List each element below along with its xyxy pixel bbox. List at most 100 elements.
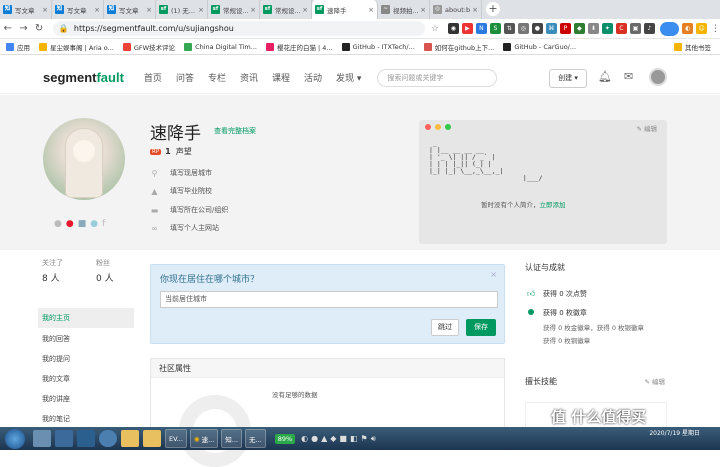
save-button[interactable]: 保存	[466, 319, 496, 336]
tab-close-icon[interactable]: ×	[146, 6, 152, 14]
bookmark-item[interactable]: GFW技术评论	[122, 42, 175, 52]
media-icon[interactable]	[99, 430, 117, 447]
folder-icon[interactable]	[121, 430, 139, 447]
extension-icon[interactable]: ✦	[601, 23, 613, 34]
user-avatar[interactable]	[649, 68, 667, 86]
extension-icon[interactable]: ◎	[517, 23, 529, 34]
sidenav-questions[interactable]: 我的提问	[38, 349, 134, 369]
taskbar-app-zhi[interactable]: 知...	[221, 429, 242, 448]
new-tab-button[interactable]: +	[486, 2, 500, 16]
start-button[interactable]	[5, 428, 25, 449]
battery-indicator[interactable]: 89%	[274, 433, 296, 444]
add-intro-link[interactable]: 立即添加	[540, 201, 566, 209]
bookmark-item[interactable]: GitHub - CarGuo/...	[503, 42, 576, 51]
browser-tab[interactable]: sf 速降手 ×	[312, 0, 378, 19]
nav-home[interactable]: 首页	[144, 71, 162, 84]
taskbar-app-wu[interactable]: 无...	[245, 429, 266, 448]
sidenav-home[interactable]: 我的主页	[38, 308, 134, 328]
archive-link[interactable]: 查看完整档案	[214, 126, 256, 136]
browser-tab[interactable]: 知写文章 ×	[104, 0, 156, 19]
browser-tab[interactable]: ~ 视频拍... ×	[378, 0, 430, 19]
bookmark-item[interactable]: 其他书签	[674, 42, 711, 52]
bell-icon[interactable]: 🔔︎	[598, 70, 612, 83]
extension-icon[interactable]: ◆	[573, 23, 585, 34]
browser-tab[interactable]: sf (1) 无... ×	[156, 0, 208, 19]
browser-tab[interactable]: sf 常规设... ×	[208, 0, 260, 19]
site-logo[interactable]: segmentfault	[43, 70, 124, 85]
tray-icons[interactable]: ◐●▲◆■◧⚑🔊︎	[301, 434, 379, 444]
nav-news[interactable]: 资讯	[240, 71, 258, 84]
extension-icon[interactable]: ☺	[696, 23, 707, 34]
taskbar-app-ev[interactable]: EV...	[165, 429, 187, 448]
tab-close-icon[interactable]: ×	[42, 6, 48, 14]
field-website[interactable]: ∞ 填写个人主网站	[150, 223, 219, 233]
nav-questions[interactable]: 问答	[176, 71, 194, 84]
site-search-input[interactable]: 搜索问题或关键字	[377, 68, 498, 87]
tab-close-icon[interactable]: ×	[420, 6, 426, 14]
reload-icon[interactable]: ↻	[31, 23, 47, 34]
extension-icon[interactable]: C	[615, 23, 627, 34]
menu-icon[interactable]: ⋮	[711, 24, 720, 34]
back-icon[interactable]: ←	[0, 23, 16, 34]
bookmark-item[interactable]: 星尘娱事阁 | Aria o...	[39, 42, 114, 52]
extension-icon[interactable]: P	[559, 23, 571, 34]
tab-close-icon[interactable]: ×	[368, 6, 374, 14]
skills-edit-button[interactable]: ✎ 编辑	[644, 376, 665, 386]
forward-icon[interactable]: →	[16, 23, 32, 34]
extension-icon[interactable]: ◉	[447, 23, 459, 34]
extension-icon[interactable]: N	[475, 23, 487, 34]
taskbar-app-chrome[interactable]: ◉ 速...	[189, 429, 219, 448]
bookmark-item[interactable]: 樱花庄的白猫 | 4...	[265, 42, 333, 52]
tab-close-icon[interactable]: ×	[250, 6, 256, 14]
extension-icon[interactable]: ⌘	[545, 23, 557, 34]
tab-close-icon[interactable]: ×	[198, 6, 204, 14]
skip-button[interactable]: 跳过	[431, 319, 459, 336]
fans-count[interactable]: 0 人	[96, 271, 114, 284]
tab-close-icon[interactable]: ×	[302, 6, 308, 14]
url-input[interactable]: 🔒 https://segmentfault.com/u/sujiangshou	[52, 21, 425, 36]
field-school[interactable]: ▲ 填写毕业院校	[150, 186, 212, 196]
field-city[interactable]: ⚲ 填写现居城市	[150, 168, 212, 178]
create-button[interactable]: 创建 ▾	[549, 69, 587, 88]
browser-tab[interactable]: 知写文章 ×	[52, 0, 104, 19]
bookmark-item[interactable]: China Digital Tim...	[184, 42, 257, 51]
following-count[interactable]: 8 人	[42, 271, 60, 284]
sidenav-articles[interactable]: 我的文章	[38, 369, 134, 389]
sidenav-notes[interactable]: 我的笔记	[38, 409, 134, 429]
folder-icon[interactable]	[143, 430, 161, 447]
extension-icon[interactable]: ▣	[629, 23, 641, 34]
sidenav-answers[interactable]: 我的回答	[38, 329, 134, 349]
tab-close-icon[interactable]: ×	[94, 6, 100, 14]
system-clock[interactable]: 2020/7/19 星期日	[649, 430, 700, 438]
card-edit-button[interactable]: ✎ 编辑	[636, 123, 657, 133]
control-panel-icon[interactable]	[77, 430, 95, 447]
nav-discover[interactable]: 发现 ▾	[336, 71, 361, 84]
sidenav-lectures[interactable]: 我的讲座	[38, 389, 134, 409]
browser-tab[interactable]: sf 常规设... ×	[260, 0, 312, 19]
browser-tab[interactable]: 知写文章 ×	[0, 0, 52, 19]
github-icon[interactable]: ●	[54, 219, 62, 229]
extension-icon[interactable]: ◐	[682, 23, 694, 34]
bookmark-item[interactable]: 如何在github上下...	[423, 42, 494, 52]
nav-courses[interactable]: 课程	[272, 71, 290, 84]
mail-icon[interactable]: ✉	[624, 70, 633, 83]
bookmark-item[interactable]: 应用	[6, 42, 30, 52]
tab-close-icon[interactable]: ×	[472, 6, 478, 14]
extension-icon[interactable]: ●	[531, 23, 543, 34]
twitter-icon[interactable]: ●	[90, 219, 98, 229]
star-icon[interactable]: ☆	[431, 24, 439, 34]
extension-icon[interactable]: S	[489, 23, 501, 34]
facebook-icon[interactable]: f	[102, 219, 105, 229]
close-icon[interactable]: ×	[490, 270, 497, 279]
bookmark-item[interactable]: GitHub - ITXTech/...	[341, 42, 415, 51]
browser-tab[interactable]: ◎ about:b ×	[430, 0, 482, 19]
linkedin-icon[interactable]: ■	[78, 219, 87, 229]
city-input[interactable]: 当前居住城市	[160, 291, 498, 308]
extension-icon[interactable]: ♪	[643, 23, 655, 34]
extension-icon[interactable]: ⇅	[503, 23, 515, 34]
nav-events[interactable]: 活动	[304, 71, 322, 84]
extension-icon[interactable]: ▶	[461, 23, 473, 34]
nav-columns[interactable]: 专栏	[208, 71, 226, 84]
weibo-icon[interactable]: ●	[66, 219, 74, 229]
profile-avatar-icon[interactable]	[659, 21, 680, 36]
